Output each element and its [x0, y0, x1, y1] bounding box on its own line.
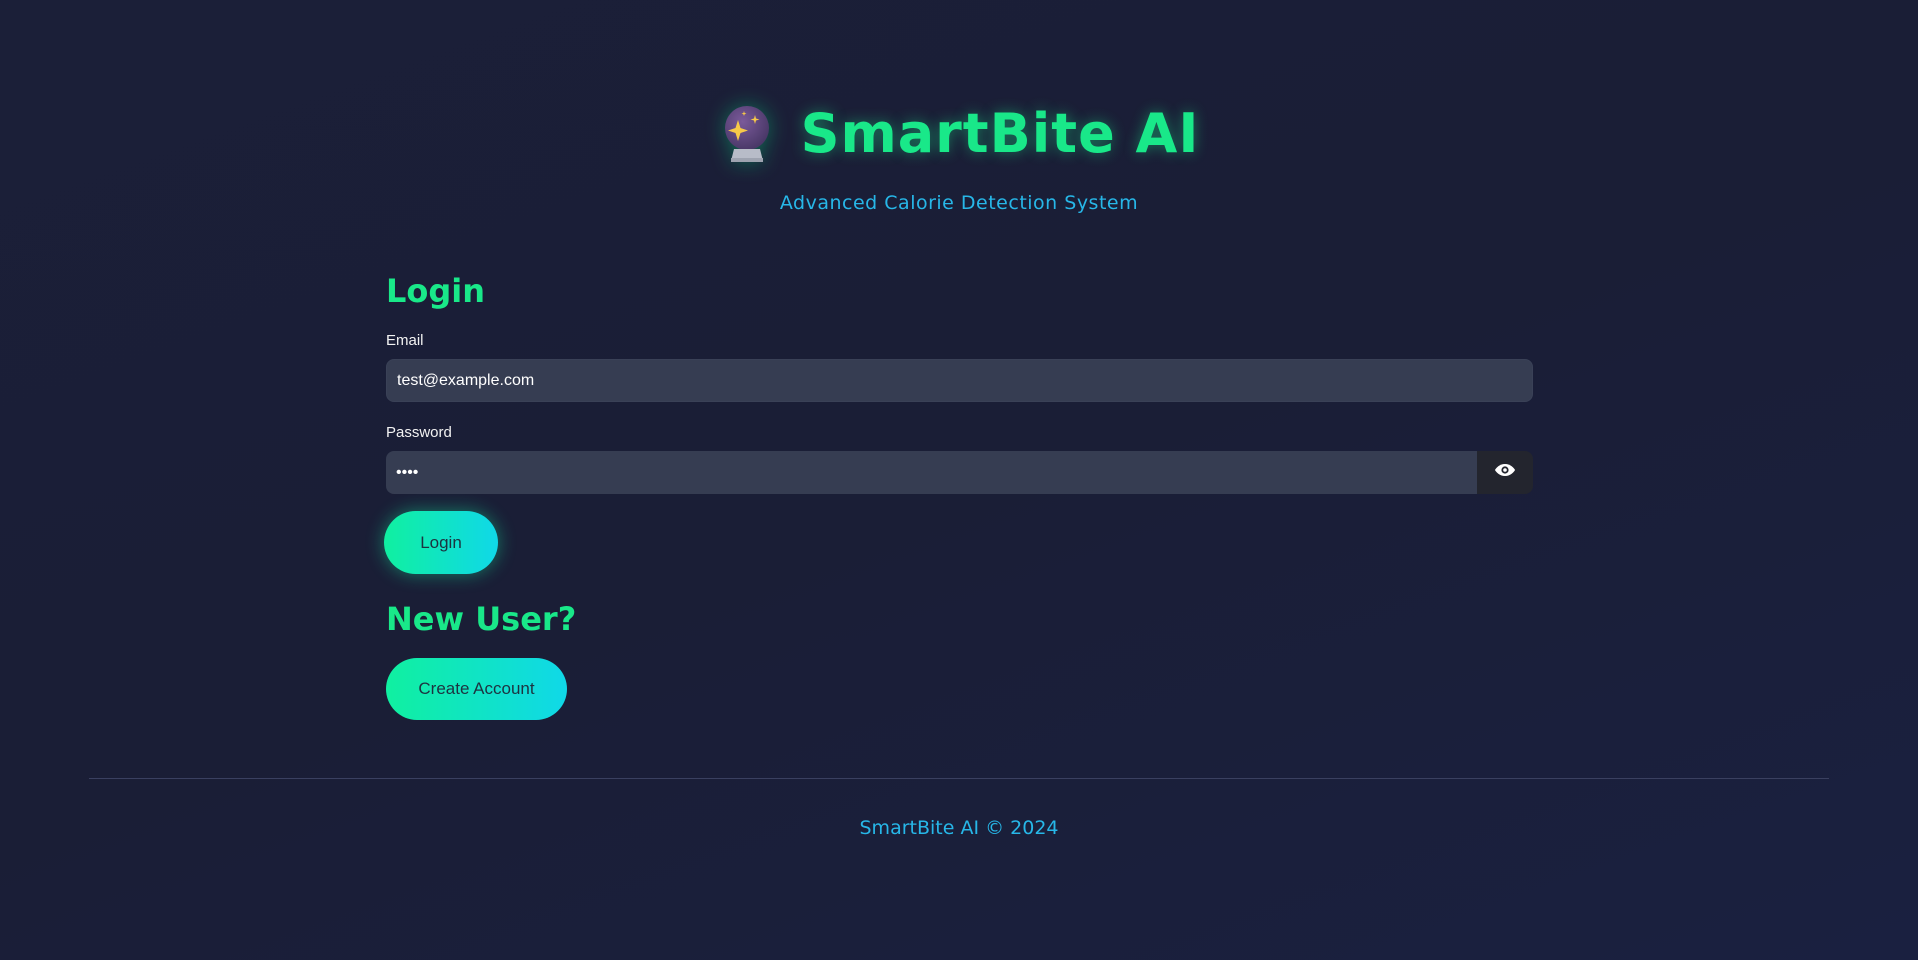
login-button[interactable]: Login: [384, 511, 498, 574]
password-field-group: [386, 451, 1533, 494]
password-field[interactable]: [386, 451, 1477, 494]
footer-divider: [89, 778, 1829, 779]
auth-form: Login Email Password Login New User? Cre…: [384, 272, 1533, 720]
login-heading: Login: [386, 272, 486, 310]
crystal-ball-icon: [719, 103, 775, 163]
app-title: SmartBite AI: [800, 101, 1200, 165]
show-password-button[interactable]: [1477, 451, 1533, 494]
eye-icon: [1494, 463, 1516, 482]
email-field[interactable]: [386, 359, 1533, 402]
email-label: Email: [386, 332, 424, 349]
title-row: SmartBite AI: [0, 100, 1918, 166]
create-account-button[interactable]: Create Account: [386, 658, 567, 720]
new-user-heading: New User?: [386, 600, 577, 638]
app-subtitle: Advanced Calorie Detection System: [779, 192, 1139, 214]
app-header: SmartBite AI Advanced Calorie Detection …: [0, 100, 1918, 214]
password-label: Password: [386, 424, 452, 441]
footer-text: SmartBite AI © 2024: [859, 817, 1059, 839]
